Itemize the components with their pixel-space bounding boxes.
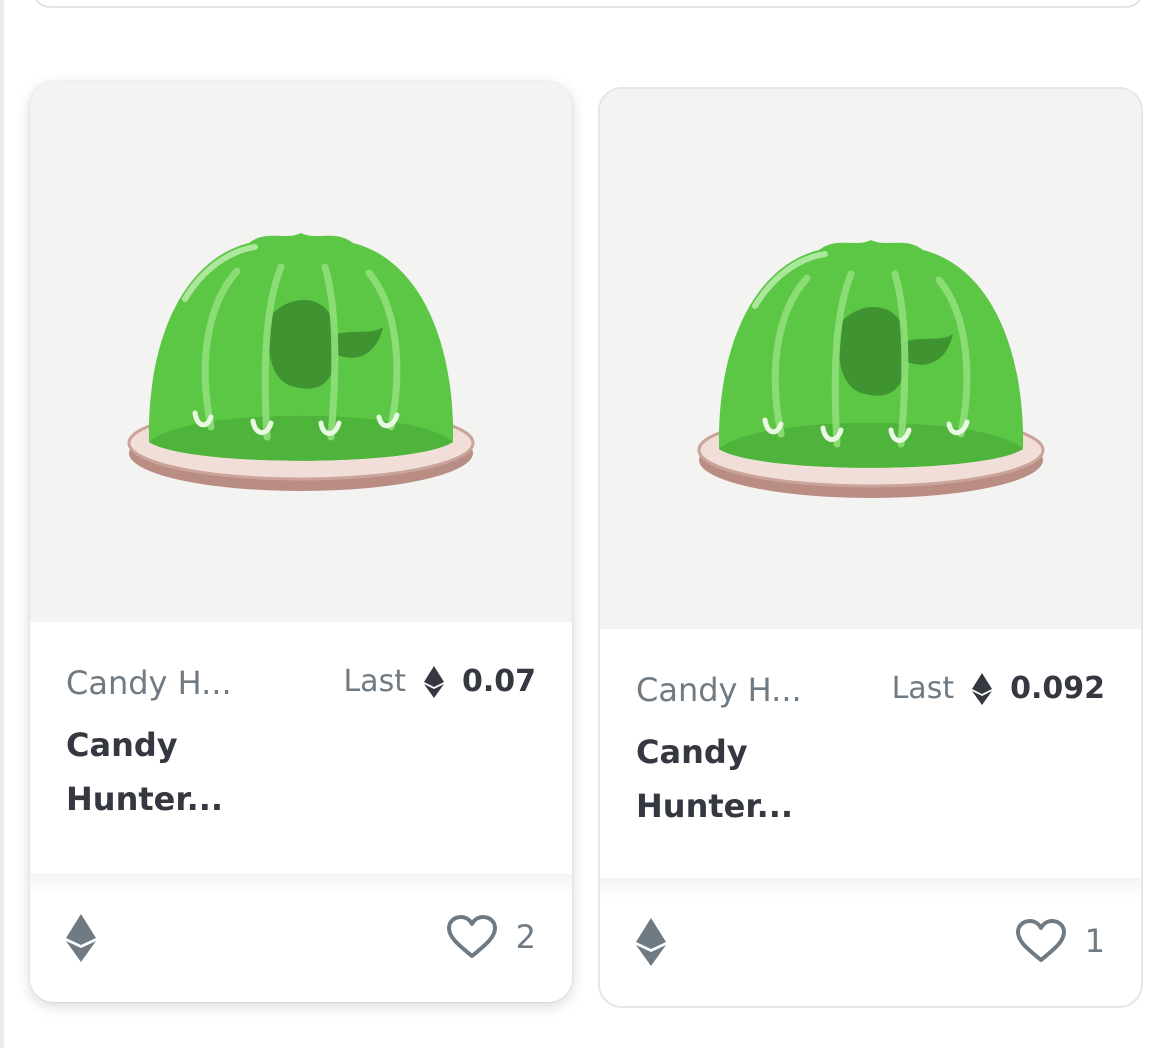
heart-icon [446, 915, 497, 958]
left-edge-rule [0, 0, 4, 1048]
favorite-button[interactable]: 2 [446, 914, 536, 960]
collection-name[interactable]: Candy H... [66, 664, 232, 702]
price-label: Last [343, 664, 406, 699]
ethereum-icon [636, 918, 666, 966]
item-name[interactable]: Candy Hunter... [66, 718, 286, 826]
nft-image[interactable] [600, 89, 1141, 629]
ethereum-icon [66, 914, 96, 962]
like-count: 2 [515, 918, 536, 956]
card-footer: 2 [30, 874, 572, 1002]
price-block: Last 0.092 [892, 671, 1105, 706]
card-footer: 1 [600, 878, 1141, 1006]
ethereum-icon [972, 672, 993, 705]
like-count: 1 [1084, 922, 1105, 960]
item-name[interactable]: Candy Hunter... [636, 725, 856, 833]
price-label: Last [891, 671, 955, 706]
heart-icon [1015, 919, 1066, 962]
nft-image[interactable] [30, 82, 572, 622]
price-block: Last 0.07 [343, 664, 536, 699]
price-value: 0.07 [461, 664, 536, 699]
card-info: Candy H... Candy Hunter... Last 0.07 [30, 622, 572, 874]
card-info: Candy H... Candy Hunter... Last 0.092 [600, 629, 1141, 881]
nft-card[interactable]: Candy H... Candy Hunter... Last 0.092 1 [598, 87, 1143, 1008]
green-jelly-image [697, 240, 1044, 498]
green-jelly-image [127, 233, 475, 491]
search-bar-edge[interactable] [32, 0, 1144, 8]
ethereum-icon [423, 665, 444, 698]
favorite-button[interactable]: 1 [1015, 918, 1105, 964]
collection-name[interactable]: Candy H... [636, 671, 802, 709]
nft-card[interactable]: Candy H... Candy Hunter... Last 0.07 2 [30, 82, 572, 1002]
price-value: 0.092 [1010, 671, 1105, 706]
